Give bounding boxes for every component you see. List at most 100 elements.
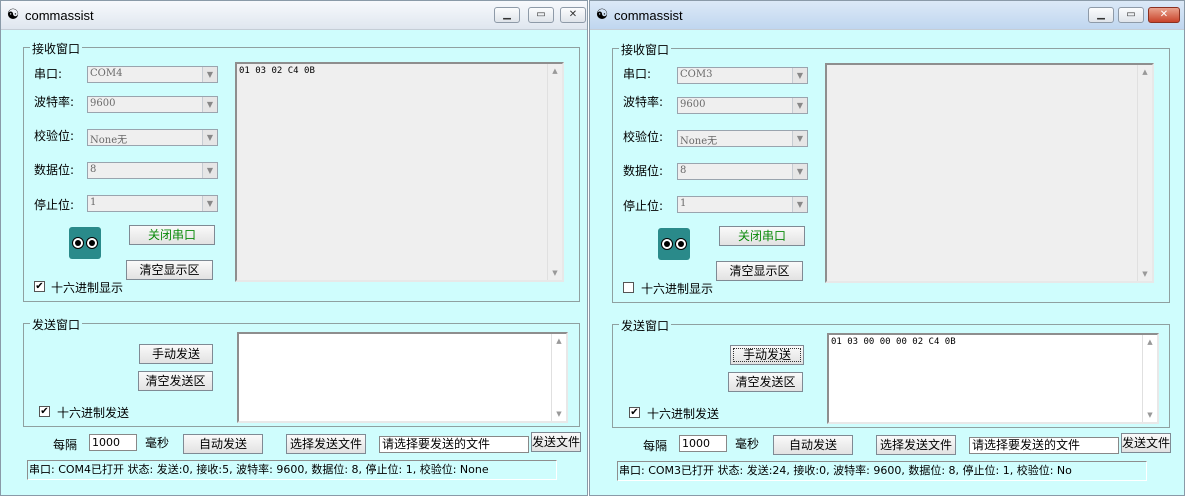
chevron-down-icon[interactable]: ▼ xyxy=(792,164,807,179)
chevron-down-icon[interactable]: ▼ xyxy=(792,68,807,83)
chevron-down-icon[interactable]: ▼ xyxy=(202,163,217,178)
hex-send-checkbox[interactable]: ✔ xyxy=(39,406,50,417)
stopbits-select[interactable]: 1 ▼ xyxy=(677,196,808,213)
chevron-down-icon[interactable]: ▼ xyxy=(792,98,807,113)
commassist-window-2: ☯ commassist ▁ ▭ ✕ 接收窗口 串口: COM3 ▼ 波特率: … xyxy=(589,0,1185,496)
maximize-icon: ▭ xyxy=(536,9,546,20)
title-bar[interactable]: ☯ commassist ▁ ▭ ✕ xyxy=(590,1,1184,30)
send-file-button[interactable]: 发送文件 xyxy=(531,432,581,452)
chevron-down-icon[interactable]: ▼ xyxy=(202,97,217,112)
maximize-button[interactable]: ▭ xyxy=(1118,7,1144,23)
scroll-down-icon[interactable]: ▼ xyxy=(552,407,566,421)
send-group-title: 发送窗口 xyxy=(619,317,672,334)
scroll-up-icon[interactable]: ▲ xyxy=(548,64,562,78)
status-bar: 串口: COM3已打开 状态: 发送:24, 接收:0, 波特率: 9600, … xyxy=(617,461,1147,481)
port-select[interactable]: COM4 ▼ xyxy=(87,66,218,83)
send-scrollbar[interactable]: ▲ ▼ xyxy=(551,334,566,421)
select-file-button[interactable]: 选择发送文件 xyxy=(876,435,956,455)
clear-display-button[interactable]: 清空显示区 xyxy=(126,260,213,280)
file-path-input[interactable]: 请选择要发送的文件 xyxy=(969,437,1119,454)
auto-send-button[interactable]: 自动发送 xyxy=(183,434,263,454)
hex-send-label: 十六进制发送 xyxy=(57,406,130,420)
close-button[interactable]: ✕ xyxy=(560,7,586,23)
hex-display-checkbox[interactable] xyxy=(623,282,634,293)
send-scrollbar[interactable]: ▲ ▼ xyxy=(1142,335,1157,422)
interval-input[interactable]: 1000 xyxy=(679,435,727,452)
stopbits-label: 停止位: xyxy=(623,199,664,213)
eyes-logo xyxy=(658,228,690,260)
baud-label: 波特率: xyxy=(623,95,664,109)
scroll-down-icon[interactable]: ▼ xyxy=(548,266,562,280)
window-title: commassist xyxy=(25,8,94,23)
baud-value: 9600 xyxy=(680,99,706,110)
databits-value: 8 xyxy=(680,165,687,176)
app-icon: ☯ xyxy=(595,7,609,23)
baud-select[interactable]: 9600 ▼ xyxy=(677,97,808,114)
chevron-down-icon[interactable]: ▼ xyxy=(792,197,807,212)
send-content: 01 03 00 00 00 02 C4 0B xyxy=(831,337,956,347)
chevron-down-icon[interactable]: ▼ xyxy=(202,67,217,82)
scroll-up-icon[interactable]: ▲ xyxy=(1143,335,1157,349)
hex-send-checkbox[interactable]: ✔ xyxy=(629,407,640,418)
port-select[interactable]: COM3 ▼ xyxy=(677,67,808,84)
app-icon: ☯ xyxy=(6,7,20,23)
scroll-up-icon[interactable]: ▲ xyxy=(1138,65,1152,79)
stopbits-value: 1 xyxy=(680,198,687,209)
minimize-icon: ▁ xyxy=(503,9,511,20)
databits-select[interactable]: 8 ▼ xyxy=(677,163,808,180)
eye-icon xyxy=(86,237,98,249)
interval-input[interactable]: 1000 xyxy=(89,434,137,451)
receive-scrollbar[interactable]: ▲ ▼ xyxy=(547,64,562,280)
send-file-button[interactable]: 发送文件 xyxy=(1121,433,1171,453)
clear-display-button[interactable]: 清空显示区 xyxy=(716,261,803,281)
chevron-down-icon[interactable]: ▼ xyxy=(792,131,807,146)
send-textarea[interactable]: ▲ ▼ xyxy=(237,332,568,423)
hex-send-label: 十六进制发送 xyxy=(647,407,720,421)
stopbits-value: 1 xyxy=(90,197,97,208)
auto-send-button[interactable]: 自动发送 xyxy=(773,435,853,455)
receive-textarea[interactable]: ▲ ▼ xyxy=(825,63,1154,283)
maximize-icon: ▭ xyxy=(1126,9,1136,20)
file-path-input[interactable]: 请选择要发送的文件 xyxy=(379,436,529,453)
receive-scrollbar[interactable]: ▲ ▼ xyxy=(1137,65,1152,281)
chevron-down-icon[interactable]: ▼ xyxy=(202,196,217,211)
send-textarea[interactable]: 01 03 00 00 00 02 C4 0B ▲ ▼ xyxy=(827,333,1159,424)
scroll-up-icon[interactable]: ▲ xyxy=(552,334,566,348)
eye-icon xyxy=(675,238,687,250)
port-value: COM4 xyxy=(90,68,123,79)
receive-textarea[interactable]: 01 03 02 C4 0B ▲ ▼ xyxy=(235,62,564,282)
clear-send-button[interactable]: 清空发送区 xyxy=(728,372,803,392)
eye-icon xyxy=(72,237,84,249)
port-label: 串口: xyxy=(623,67,652,81)
maximize-button[interactable]: ▭ xyxy=(528,7,554,23)
minimize-button[interactable]: ▁ xyxy=(1088,7,1114,23)
eye-icon xyxy=(661,238,673,250)
baud-label: 波特率: xyxy=(34,95,75,109)
minimize-button[interactable]: ▁ xyxy=(494,7,520,23)
baud-select[interactable]: 9600 ▼ xyxy=(87,96,218,113)
status-bar: 串口: COM4已打开 状态: 发送:0, 接收:5, 波特率: 9600, 数… xyxy=(27,460,557,480)
close-port-button[interactable]: 关闭串口 xyxy=(719,226,805,246)
stopbits-select[interactable]: 1 ▼ xyxy=(87,195,218,212)
clear-send-button[interactable]: 清空发送区 xyxy=(138,371,213,391)
interval-label: 每隔 xyxy=(643,439,668,453)
hex-display-label: 十六进制显示 xyxy=(51,281,124,295)
parity-select[interactable]: None无 ▼ xyxy=(87,129,218,146)
close-icon: ✕ xyxy=(568,9,578,20)
port-label: 串口: xyxy=(34,67,63,81)
window-title: commassist xyxy=(614,8,683,23)
databits-select[interactable]: 8 ▼ xyxy=(87,162,218,179)
scroll-down-icon[interactable]: ▼ xyxy=(1143,408,1157,422)
manual-send-button[interactable]: 手动发送 xyxy=(730,345,804,365)
receive-content: 01 03 02 C4 0B xyxy=(239,66,315,76)
title-bar[interactable]: ☯ commassist ▁ ▭ ✕ xyxy=(1,1,587,30)
scroll-down-icon[interactable]: ▼ xyxy=(1138,267,1152,281)
close-port-button[interactable]: 关闭串口 xyxy=(129,225,215,245)
manual-send-button[interactable]: 手动发送 xyxy=(139,344,213,364)
parity-select[interactable]: None无 ▼ xyxy=(677,130,808,147)
hex-display-checkbox[interactable]: ✔ xyxy=(34,281,45,292)
chevron-down-icon[interactable]: ▼ xyxy=(202,130,217,145)
close-button[interactable]: ✕ xyxy=(1148,7,1180,23)
hex-display-label: 十六进制显示 xyxy=(641,282,714,296)
select-file-button[interactable]: 选择发送文件 xyxy=(286,434,366,454)
